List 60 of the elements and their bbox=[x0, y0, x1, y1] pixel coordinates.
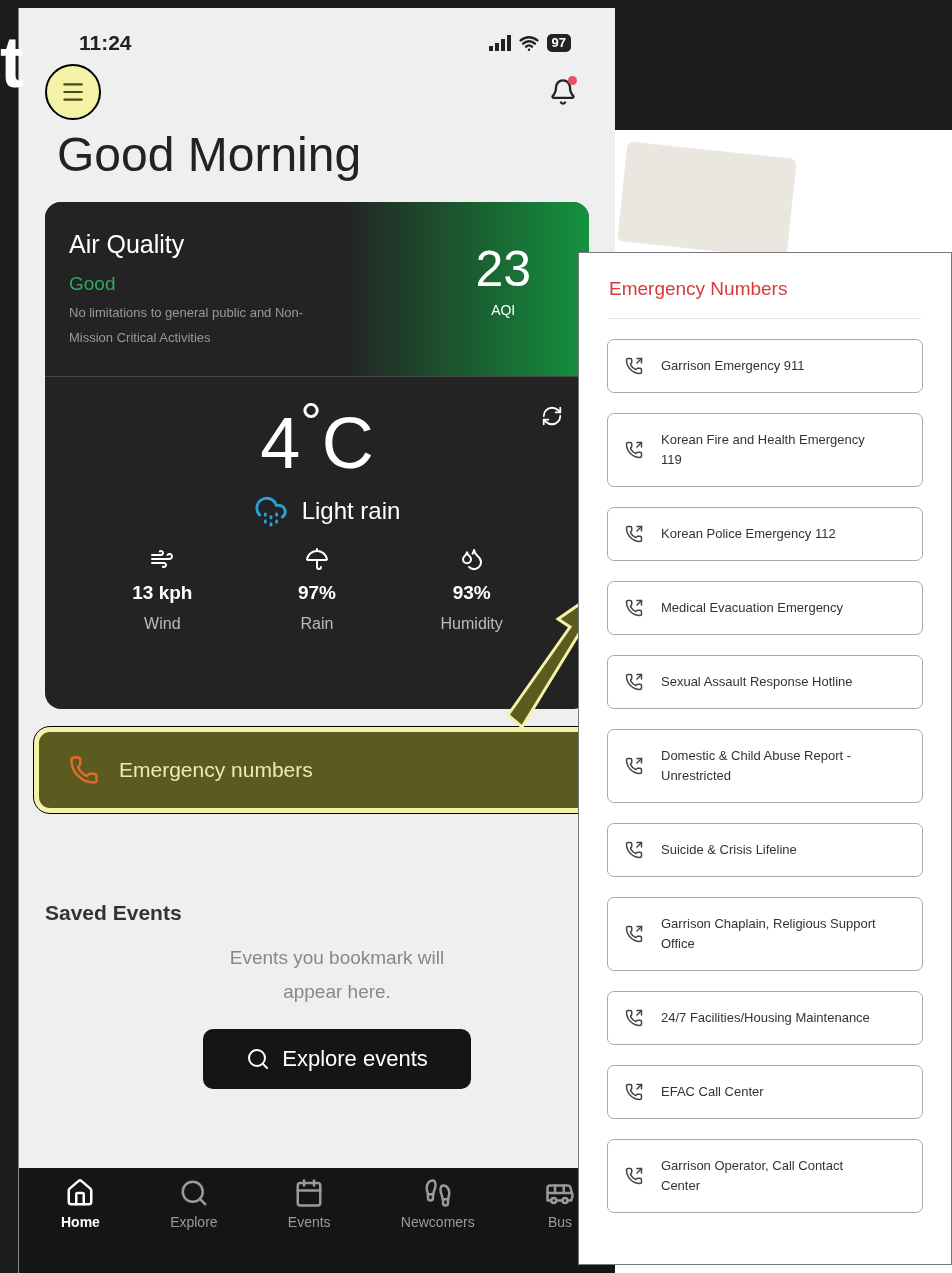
phone-call-icon bbox=[625, 1166, 643, 1185]
panel-title: Emergency Numbers bbox=[609, 277, 789, 301]
emergency-number-item[interactable]: Garrison Emergency 911 bbox=[607, 338, 923, 393]
phone-call-icon bbox=[625, 756, 643, 775]
explore-events-button[interactable]: Explore events bbox=[203, 1028, 471, 1089]
nav-tab[interactable]: Events bbox=[287, 1178, 331, 1233]
emergency-numbers-label: Emergency numbers bbox=[119, 757, 313, 784]
aqi-value: 23 bbox=[475, 244, 531, 294]
refresh-icon bbox=[541, 405, 563, 427]
phone-call-icon bbox=[625, 672, 643, 691]
nav-tab[interactable]: Explore bbox=[170, 1178, 218, 1233]
saved-events-heading: Saved Events bbox=[45, 900, 183, 926]
phone-call-icon bbox=[625, 440, 643, 459]
emergency-number-item[interactable]: EFAC Call Center bbox=[607, 1064, 923, 1119]
nav-tab[interactable]: Bus bbox=[544, 1178, 575, 1233]
wifi-icon bbox=[518, 33, 539, 53]
battery-indicator: 97 bbox=[546, 34, 571, 52]
stat-value: 93% bbox=[452, 581, 491, 605]
phone-call-icon bbox=[625, 356, 643, 375]
signal-icon bbox=[488, 35, 511, 51]
emergency-number-item[interactable]: Suicide & Crisis Lifeline bbox=[607, 822, 923, 877]
emergency-number-item[interactable]: Garrison Operator, Call Contact Center bbox=[607, 1138, 923, 1213]
home-icon bbox=[65, 1178, 96, 1208]
phone-call-icon bbox=[625, 524, 643, 543]
emergency-number-item[interactable]: Garrison Chaplain, Religious Support Office bbox=[607, 896, 923, 971]
phone-icon bbox=[69, 755, 99, 785]
rain-cloud-icon bbox=[253, 494, 288, 528]
emergency-number-item[interactable]: Medical Evacuation Emergency bbox=[607, 580, 923, 635]
search-icon bbox=[246, 1046, 271, 1071]
status-time: 11:24 bbox=[79, 30, 132, 57]
stat-value: 13 kph bbox=[132, 581, 193, 605]
stat-value: 97% bbox=[297, 581, 336, 605]
wind-icon bbox=[150, 547, 175, 571]
droplets-icon bbox=[459, 547, 484, 571]
stat-label: Humidity bbox=[440, 613, 503, 634]
empty-events-message: Events you bookmark will appear here. bbox=[228, 945, 446, 1004]
air-quality-description: No limitations to general public and Non-Mission Critical Activities bbox=[69, 304, 305, 347]
greeting-heading: Good Morning bbox=[57, 127, 363, 183]
menu-button[interactable] bbox=[45, 64, 101, 120]
aqi-label: AQI bbox=[491, 301, 516, 320]
stat-label: Wind bbox=[144, 613, 181, 634]
air-quality-status: Good bbox=[69, 271, 117, 296]
umbrella-icon bbox=[305, 547, 329, 571]
calendar-icon bbox=[294, 1178, 325, 1208]
phone-call-icon bbox=[625, 1082, 643, 1101]
phone-call-icon bbox=[625, 924, 643, 943]
emergency-number-item[interactable]: Sexual Assault Response Hotline bbox=[607, 654, 923, 709]
emergency-number-item[interactable]: Korean Fire and Health Emergency 119 bbox=[607, 412, 923, 487]
emergency-number-item[interactable]: Korean Police Emergency 112 bbox=[607, 506, 923, 561]
phone-call-icon bbox=[625, 1008, 643, 1027]
phone-call-icon bbox=[625, 840, 643, 859]
bell-icon bbox=[549, 78, 577, 106]
stat-label: Rain bbox=[300, 613, 334, 634]
weather-condition: Light rain bbox=[301, 496, 401, 526]
emergency-number-item[interactable]: Domestic & Child Abuse Report - Unrestricted bbox=[607, 728, 923, 803]
phone-call-icon bbox=[625, 598, 643, 617]
air-quality-title: Air Quality bbox=[69, 229, 186, 260]
nav-tab[interactable]: Home bbox=[61, 1178, 100, 1233]
nav-tab[interactable]: Newcomers bbox=[400, 1178, 475, 1233]
emergency-number-item[interactable]: 24/7 Facilities/Housing Maintenance bbox=[607, 990, 923, 1045]
